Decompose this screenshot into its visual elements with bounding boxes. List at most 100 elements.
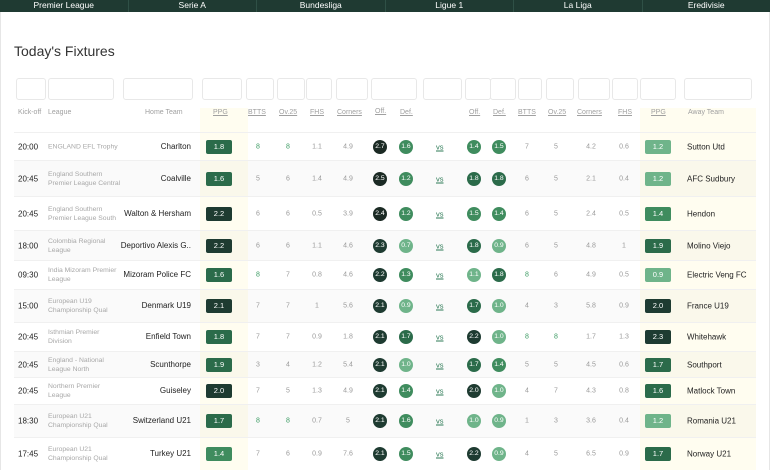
fixture-row[interactable]: 20:45 England Southern Premier League Cen… (14, 160, 756, 196)
fixture-row[interactable]: 20:00 ENGLAND EFL Trophy Charlton 1.8 8 8 1.1 4… (14, 132, 756, 160)
filter-input-10[interactable] (423, 78, 462, 100)
vs-link[interactable]: vs (436, 387, 444, 396)
home-team[interactable]: Mizoram Police FC (111, 270, 191, 280)
header-ppg-away[interactable]: PPG (651, 108, 666, 117)
home-team[interactable]: Turkey U21 (111, 449, 191, 459)
header-ov25-away[interactable]: Ov.25 (548, 108, 566, 117)
filter-input-14[interactable] (546, 78, 574, 100)
home-team[interactable]: Guiseley (111, 386, 191, 396)
fixture-row[interactable]: 18:00 Colombia Regional League Deportivo A… (14, 230, 756, 260)
vs-link[interactable]: vs (436, 333, 444, 342)
filter-input-7[interactable] (306, 78, 332, 100)
vs-link[interactable]: vs (436, 450, 444, 459)
away-team[interactable]: Southport (687, 360, 722, 369)
home-team[interactable]: Enfield Town (111, 332, 191, 342)
filter-input-13[interactable] (518, 78, 542, 100)
home-fhs: 0.9 (312, 450, 322, 458)
vs-link[interactable]: vs (436, 142, 444, 151)
away-team[interactable]: Hendon (687, 209, 715, 218)
nav-tab-premier-league[interactable]: Premier League (0, 0, 129, 12)
vs-link[interactable]: vs (436, 360, 444, 369)
away-team[interactable]: Whitehawk (687, 333, 726, 342)
away-team[interactable]: Romania U21 (687, 417, 736, 426)
filter-input-1[interactable] (16, 78, 46, 100)
home-team[interactable]: Coalville (111, 174, 191, 184)
kickoff-time: 09:30 (18, 270, 39, 280)
away-team[interactable]: Norway U21 (687, 450, 731, 459)
home-team[interactable]: Walton & Hersham (111, 209, 191, 219)
fixture-row[interactable]: 17:45 European U21 Championship Qual Turke… (14, 437, 756, 470)
fixture-row[interactable]: 20:45 Northern Premier League Guiseley 2.0 7… (14, 377, 756, 404)
away-fhs: 0.6 (619, 361, 629, 368)
filter-input-17[interactable] (640, 78, 676, 100)
filter-input-11[interactable] (465, 78, 491, 100)
away-team[interactable]: Sutton Utd (687, 142, 725, 151)
nav-tab-serie-a[interactable]: Serie A (129, 0, 257, 12)
filter-input-6[interactable] (277, 78, 305, 100)
away-defence-badge: 1.8 (492, 268, 506, 282)
vs-link[interactable]: vs (436, 209, 444, 218)
away-team[interactable]: France U19 (687, 302, 729, 311)
vs-link[interactable]: vs (436, 241, 444, 250)
header-btts-away[interactable]: BTTS (518, 108, 536, 117)
filter-input-8[interactable] (336, 78, 368, 100)
filter-input-12[interactable] (490, 78, 516, 100)
home-team[interactable]: Switzerland U21 (111, 416, 191, 426)
away-offence-badge: 1.1 (467, 268, 481, 282)
away-fhs: 0.9 (619, 302, 629, 310)
home-defence-badge: 1.4 (399, 384, 413, 398)
header-ppg-home[interactable]: PPG (213, 108, 228, 117)
header-off-home[interactable]: Off. (375, 107, 386, 116)
home-team[interactable]: Deportivo Alexis G.. (111, 241, 191, 251)
home-fhs: 0.7 (312, 417, 322, 425)
header-fhs-away[interactable]: FHS (618, 108, 632, 117)
away-offence-badge: 2.2 (467, 330, 481, 344)
away-team[interactable]: AFC Sudbury (687, 174, 735, 183)
home-ov25: 6 (286, 242, 290, 249)
away-btts: 8 (525, 333, 529, 341)
fixture-row[interactable]: 20:45 Isthmian Premier Division Enfield To… (14, 322, 756, 351)
header-corners-home[interactable]: Corners (337, 108, 362, 117)
fixture-row[interactable]: 18:30 European U21 Championship Qual Switz… (14, 404, 756, 437)
vs-link[interactable]: vs (436, 174, 444, 183)
header-fhs-home[interactable]: FHS (310, 108, 324, 117)
home-team[interactable]: Charlton (111, 142, 191, 152)
header-btts-home[interactable]: BTTS (248, 108, 266, 117)
header-corners-away[interactable]: Corners (577, 108, 602, 117)
home-fhs: 1.3 (312, 387, 322, 395)
fixture-row[interactable]: 20:45 England Southern Premier League Sou… (14, 196, 756, 230)
header-ov25-home[interactable]: Ov.25 (279, 108, 297, 117)
home-team[interactable]: Scunthorpe (111, 360, 191, 370)
vs-link[interactable]: vs (436, 271, 444, 280)
nav-tab-ligue-1[interactable]: Ligue 1 (386, 0, 514, 12)
header-off-away[interactable]: Off. (469, 108, 480, 117)
filter-input-16[interactable] (612, 78, 638, 100)
home-ov25: 7 (286, 302, 290, 310)
vs-link[interactable]: vs (436, 302, 444, 311)
away-team[interactable]: Matlock Town (687, 387, 735, 396)
header-def-home[interactable]: Def. (400, 108, 413, 117)
fixture-row[interactable]: 15:00 European U19 Championship Qual Denma… (14, 289, 756, 322)
filter-input-5[interactable] (246, 78, 274, 100)
away-team[interactable]: Molino Viejo (687, 241, 730, 250)
home-team[interactable]: Denmark U19 (111, 301, 191, 311)
nav-tab-eredivisie[interactable]: Eredivisie (643, 0, 770, 12)
fixture-row[interactable]: 20:45 England - National League North Scun… (14, 351, 756, 377)
header-def-away[interactable]: Def. (493, 108, 506, 117)
nav-tab-la-liga[interactable]: La Liga (514, 0, 643, 12)
away-team[interactable]: Electric Veng FC (687, 271, 747, 280)
filter-input-4[interactable] (202, 78, 242, 100)
home-offence-badge: 2.1 (373, 357, 387, 372)
filter-input-15[interactable] (578, 78, 610, 100)
home-btts: 8 (256, 143, 260, 150)
filter-input-9[interactable] (371, 78, 417, 100)
filter-input-2[interactable] (48, 78, 114, 100)
home-defence-badge: 1.6 (399, 139, 413, 154)
away-ppg-badge: 1.2 (645, 171, 671, 186)
filter-input-3[interactable] (123, 78, 193, 100)
home-offence-badge: 2.1 (373, 330, 387, 344)
fixture-row[interactable]: 09:30 India Mizoram Premier League Mizoram… (14, 260, 756, 289)
filter-input-18[interactable] (684, 78, 752, 100)
nav-tab-bundesliga[interactable]: Bundesliga (257, 0, 386, 12)
vs-link[interactable]: vs (436, 417, 444, 426)
